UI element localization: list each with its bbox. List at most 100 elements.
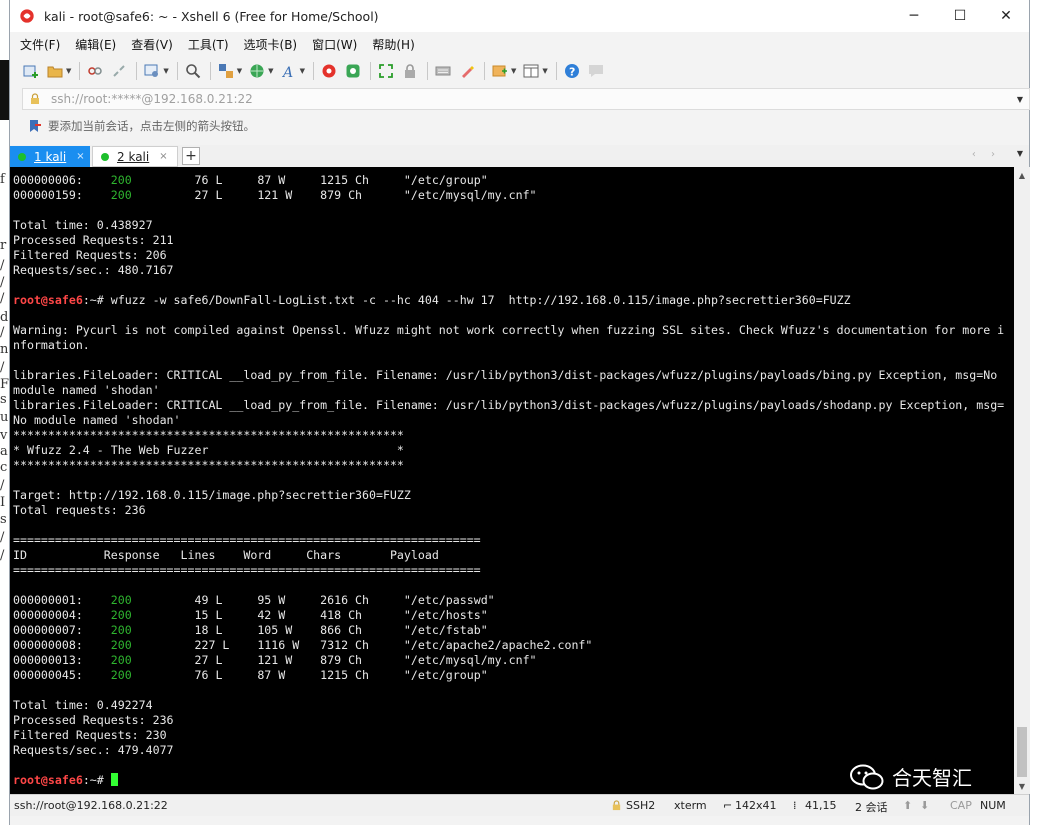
result-row: 000000013: 200 27 L 121 W 879 Ch "/etc/m… bbox=[13, 653, 537, 667]
menu-file[interactable]: 文件(F) bbox=[20, 36, 60, 53]
bookmark-arrow-icon[interactable] bbox=[28, 119, 42, 133]
tab-1-kali[interactable]: 1 kali × bbox=[10, 146, 90, 167]
result-row: 000000007: 200 18 L 105 W 866 Ch "/etc/f… bbox=[13, 623, 488, 637]
font-dropdown-icon[interactable]: ▼ bbox=[300, 67, 305, 75]
scrollbar-thumb[interactable] bbox=[1017, 727, 1027, 777]
new-session-icon[interactable] bbox=[22, 62, 40, 80]
minimize-button[interactable]: ─ bbox=[891, 0, 937, 32]
menu-bar: 文件(F) 编辑(E) 查看(V) 工具(T) 选项卡(B) 窗口(W) 帮助(… bbox=[10, 32, 1029, 56]
background-char: f bbox=[0, 172, 5, 187]
tab-bar: 1 kali × 2 kali × + ‹ › ▼ bbox=[10, 145, 1029, 167]
close-button[interactable]: ✕ bbox=[983, 0, 1029, 32]
status-protocol: SSH2 bbox=[626, 799, 656, 812]
background-char: F bbox=[0, 377, 10, 392]
globe-icon[interactable] bbox=[248, 62, 266, 80]
tab-close-icon[interactable]: × bbox=[76, 151, 84, 162]
menu-view[interactable]: 查看(V) bbox=[131, 36, 173, 53]
menu-edit[interactable]: 编辑(E) bbox=[75, 36, 116, 53]
xshell-icon[interactable] bbox=[320, 62, 338, 80]
tab-close-icon[interactable]: × bbox=[159, 151, 167, 162]
session-hint-text: 要添加当前会话，点击左侧的箭头按钮。 bbox=[48, 119, 255, 133]
address-bar[interactable]: ssh://root:*****@192.168.0.21:22 ▼ bbox=[22, 88, 1030, 110]
tab-scroll-arrows[interactable]: ‹ › bbox=[972, 149, 1001, 160]
xftp-icon[interactable] bbox=[344, 62, 362, 80]
lock-icon[interactable] bbox=[401, 62, 419, 80]
tab-2-kali[interactable]: 2 kali × bbox=[92, 146, 178, 167]
status-cap: CAP bbox=[950, 799, 972, 812]
session-down-icon[interactable]: ⬇ bbox=[920, 799, 929, 812]
scroll-down-icon[interactable]: ▼ bbox=[1014, 778, 1030, 794]
scroll-up-icon[interactable]: ▲ bbox=[1014, 167, 1030, 183]
toolbar-separator bbox=[209, 62, 211, 80]
connect-icon[interactable] bbox=[86, 62, 104, 80]
properties-icon[interactable] bbox=[143, 62, 161, 80]
maximize-button[interactable]: ☐ bbox=[937, 0, 983, 32]
session-up-icon[interactable]: ⬆ bbox=[903, 799, 912, 812]
layout-icon[interactable] bbox=[522, 62, 540, 80]
terminal-output[interactable]: 000000006: 200 76 L 87 W 1215 Ch "/etc/g… bbox=[10, 167, 1014, 794]
search-icon[interactable] bbox=[184, 62, 202, 80]
highlight-icon[interactable] bbox=[458, 62, 476, 80]
background-char: s bbox=[0, 512, 7, 527]
background-char: r bbox=[0, 238, 7, 253]
background-char: / bbox=[0, 530, 5, 545]
connected-status-icon bbox=[101, 152, 109, 161]
open-folder-icon[interactable] bbox=[46, 62, 64, 80]
fullscreen-icon[interactable] bbox=[377, 62, 395, 80]
background-char: I bbox=[0, 495, 6, 510]
background-char: d bbox=[0, 310, 9, 325]
keyboard-icon[interactable] bbox=[434, 62, 452, 80]
lock-status-icon bbox=[611, 800, 623, 812]
error-line: libraries.FileLoader: CRITICAL __load_py… bbox=[13, 368, 998, 382]
command-line: root@safe6:~# wfuzz -w safe6/DownFall-Lo… bbox=[13, 293, 851, 307]
menu-tabs[interactable]: 选项卡(B) bbox=[244, 36, 298, 53]
toolbar-separator bbox=[136, 62, 138, 80]
summary-line: Requests/sec.: 479.4077 bbox=[13, 743, 174, 757]
add-tab-button[interactable]: + bbox=[182, 147, 200, 165]
new-tab-dropdown-icon[interactable]: ▼ bbox=[511, 67, 516, 75]
address-value: ssh://root:*****@192.168.0.21:22 bbox=[51, 92, 253, 106]
summary-line: Processed Requests: 211 bbox=[13, 233, 174, 247]
chat-icon[interactable] bbox=[587, 62, 605, 80]
summary-line: Total time: 0.492274 bbox=[13, 698, 153, 712]
menu-tools[interactable]: 工具(T) bbox=[188, 36, 229, 53]
sftp-icon[interactable] bbox=[217, 62, 235, 80]
sftp-dropdown-icon[interactable]: ▼ bbox=[237, 67, 242, 75]
watermark-text: 合天智汇 bbox=[892, 766, 972, 790]
properties-dropdown-icon[interactable]: ▼ bbox=[163, 67, 168, 75]
window-title: kali - root@safe6: ~ - Xshell 6 (Free fo… bbox=[44, 8, 379, 24]
new-tab-icon[interactable] bbox=[491, 62, 509, 80]
status-term: xterm bbox=[674, 799, 707, 812]
background-char: s bbox=[0, 392, 7, 407]
xshell-logo-icon bbox=[18, 7, 36, 25]
summary-line: Total time: 0.438927 bbox=[13, 218, 153, 232]
status-bar: ssh://root@192.168.0.21:22 SSH2 xterm ⌐ … bbox=[10, 794, 1029, 816]
background-char: v bbox=[0, 428, 8, 443]
globe-dropdown-icon[interactable]: ▼ bbox=[268, 67, 273, 75]
target-line: Target: http://192.168.0.115/image.php?s… bbox=[13, 488, 411, 502]
tab-list-dropdown-icon[interactable]: ▼ bbox=[1017, 149, 1023, 158]
address-dropdown-icon[interactable]: ▼ bbox=[1017, 95, 1023, 104]
layout-dropdown-icon[interactable]: ▼ bbox=[542, 67, 547, 75]
title-bar[interactable]: kali - root@safe6: ~ - Xshell 6 (Free fo… bbox=[10, 0, 1029, 32]
open-dropdown-icon[interactable]: ▼ bbox=[66, 67, 71, 75]
menu-help[interactable]: 帮助(H) bbox=[372, 36, 414, 53]
help-icon[interactable]: ? bbox=[563, 62, 581, 80]
menu-window[interactable]: 窗口(W) bbox=[312, 36, 357, 53]
watermark: 合天智汇 bbox=[850, 762, 972, 791]
background-char: / bbox=[0, 478, 5, 493]
wechat-icon bbox=[850, 764, 884, 789]
disconnect-icon[interactable] bbox=[110, 62, 128, 80]
status-num: NUM bbox=[980, 799, 1006, 812]
font-icon[interactable]: A bbox=[280, 62, 298, 80]
tab-label: 2 kali bbox=[117, 149, 150, 164]
banner-line: ****************************************… bbox=[13, 458, 404, 472]
status-connection: ssh://root@192.168.0.21:22 bbox=[14, 799, 168, 812]
terminal-scrollbar[interactable]: ▲ ▼ bbox=[1014, 167, 1030, 794]
